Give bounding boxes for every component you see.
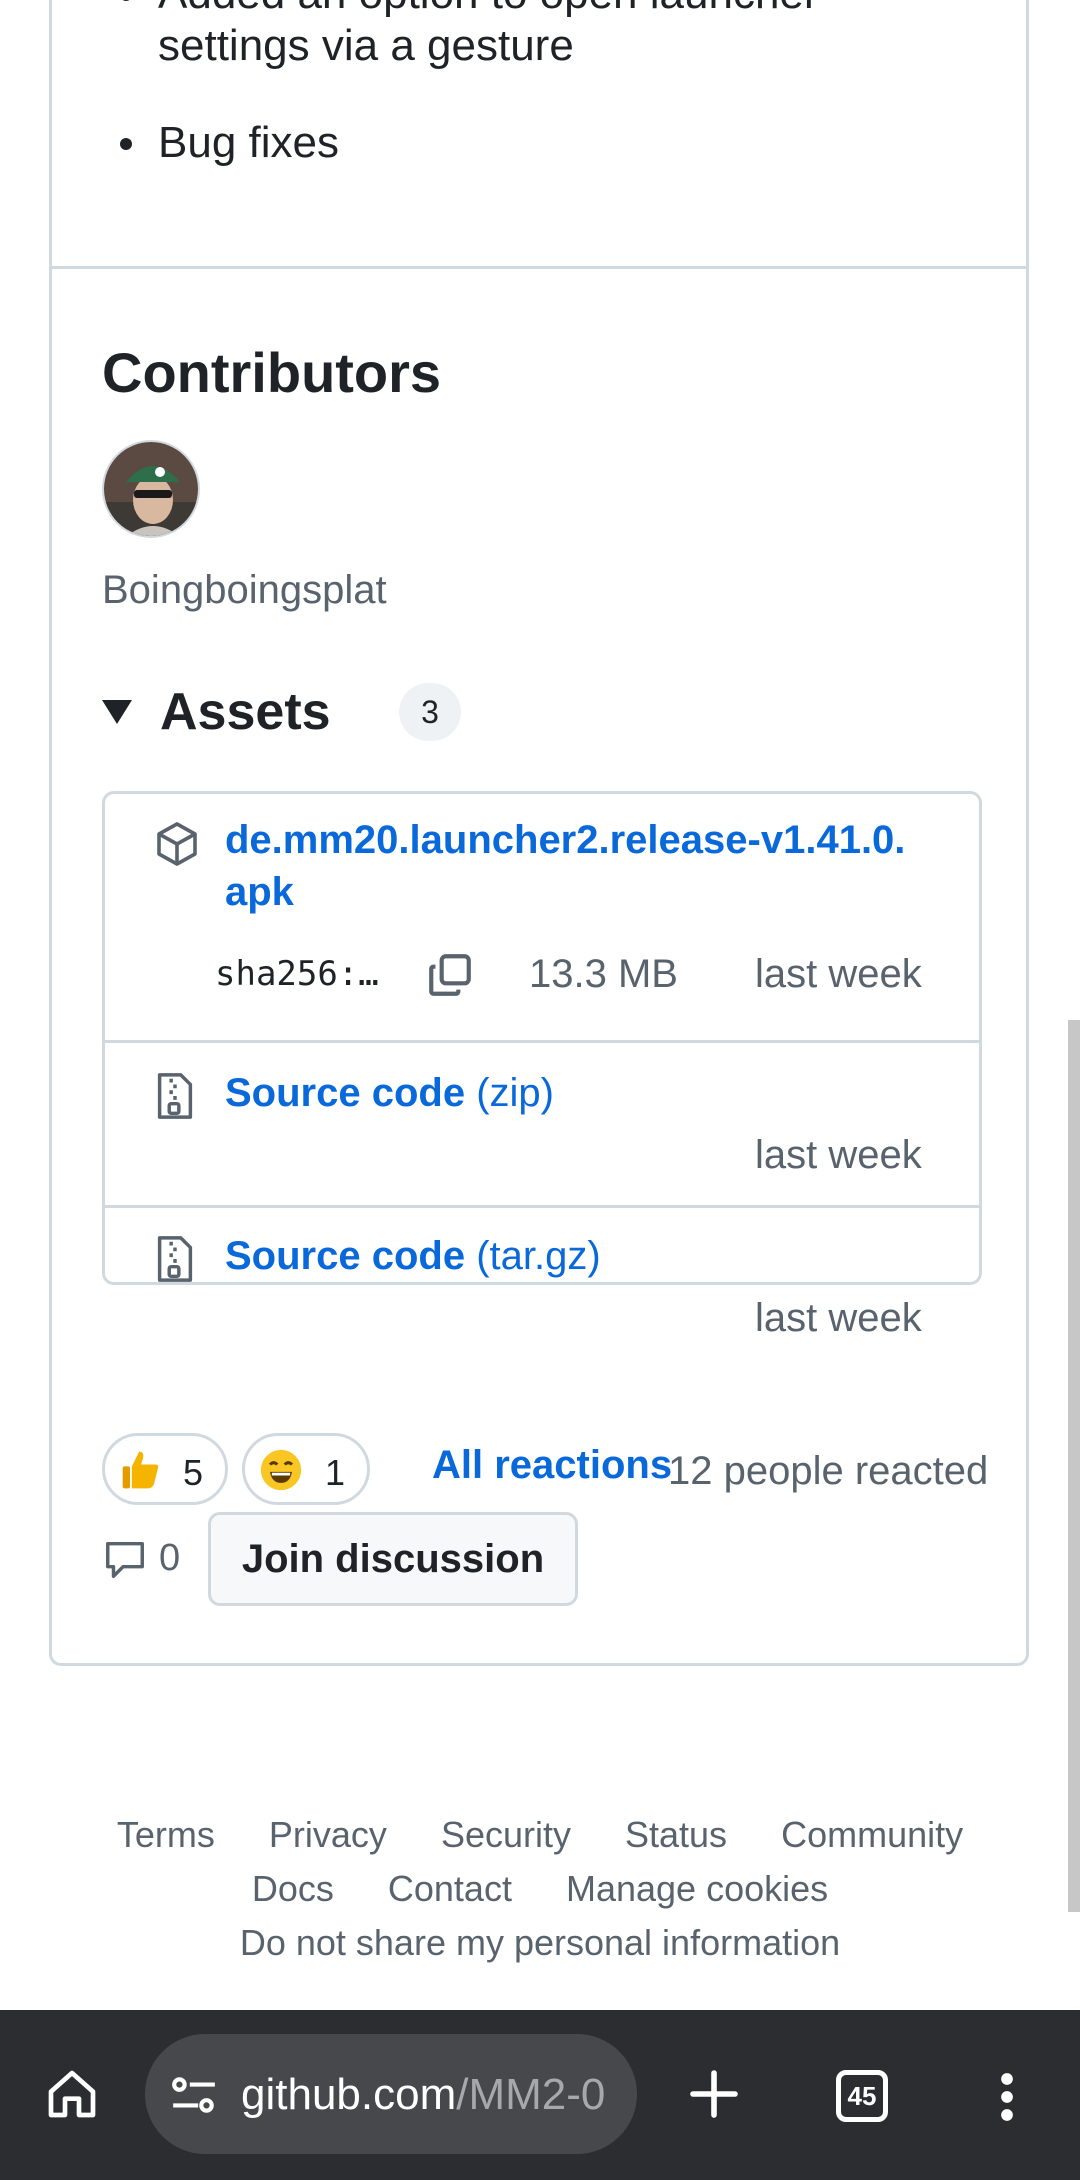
assets-heading: Assets bbox=[160, 683, 331, 741]
footer-links-row3: Do not share my personal information bbox=[0, 1922, 1080, 1976]
footer-links-row1: Terms Privacy Security Status Community bbox=[0, 1814, 1080, 1868]
asset-size: 13.3 MB bbox=[529, 952, 678, 996]
people-reacted-text: 12 people reacted bbox=[668, 1449, 989, 1493]
asset-name-line2: apk bbox=[225, 870, 294, 914]
note-text: Bug fixes bbox=[158, 118, 339, 167]
site-settings-icon[interactable] bbox=[169, 2072, 219, 2123]
reaction-count: 5 bbox=[182, 1452, 203, 1493]
discussion-row: 0 Join discussion bbox=[102, 1512, 702, 1608]
footer-links-row2: Docs Contact Manage cookies bbox=[0, 1868, 1080, 1922]
release-note-item: Added an option to open launcher setting… bbox=[120, 0, 819, 72]
reaction-count: 1 bbox=[324, 1452, 345, 1493]
assets-list: de.mm20.launcher2.release-v1.41.0. apk s… bbox=[102, 791, 982, 1340]
asset-row-apk: de.mm20.launcher2.release-v1.41.0. apk s… bbox=[105, 794, 979, 1040]
section-divider bbox=[52, 266, 1026, 269]
file-zip-icon bbox=[153, 1234, 197, 1289]
asset-name-line1: de.mm20.launcher2.release-v1.41.0. bbox=[225, 818, 906, 862]
note-text-line2: settings via a gesture bbox=[158, 21, 574, 70]
asset-date: last week bbox=[755, 1133, 922, 1177]
footer-link-docs[interactable]: Docs bbox=[252, 1868, 334, 1909]
url-text: github.com/MM2-0 bbox=[241, 2070, 621, 2120]
footer-link-manage-cookies[interactable]: Manage cookies bbox=[566, 1868, 828, 1909]
asset-name: Source code bbox=[225, 1234, 466, 1278]
smile-icon bbox=[259, 1448, 303, 1492]
contributor-name[interactable]: Boingboingsplat bbox=[102, 568, 387, 613]
asset-row-targz: Source code (tar.gz) last week bbox=[105, 1205, 979, 1340]
caret-down-icon bbox=[102, 700, 132, 724]
footer-link-security[interactable]: Security bbox=[441, 1814, 571, 1855]
tab-switcher-button[interactable]: 45 bbox=[836, 2070, 888, 2122]
asset-date: last week bbox=[755, 1296, 922, 1340]
assets-count-badge: 3 bbox=[399, 683, 461, 741]
page-scrollbar[interactable] bbox=[1068, 1020, 1080, 1912]
home-icon[interactable] bbox=[44, 2066, 100, 2127]
browser-bottom-bar: github.com/MM2-0 45 bbox=[0, 2010, 1080, 2180]
source-zip-link[interactable]: Source code (zip) bbox=[225, 1067, 554, 1119]
reactions-bar: 5 1 All reactions 12 people reacted bbox=[102, 1433, 1002, 1509]
comment-icon bbox=[102, 1536, 148, 1587]
join-discussion-button[interactable]: Join discussion bbox=[208, 1512, 578, 1606]
footer-link-privacy[interactable]: Privacy bbox=[269, 1814, 387, 1855]
source-targz-link[interactable]: Source code (tar.gz) bbox=[225, 1230, 601, 1282]
new-tab-icon[interactable] bbox=[686, 2066, 742, 2127]
more-menu-icon[interactable] bbox=[990, 2070, 1024, 2129]
thumbs-up-icon bbox=[119, 1448, 163, 1492]
comment-count: 0 bbox=[159, 1537, 181, 1579]
footer-link-terms[interactable]: Terms bbox=[117, 1814, 215, 1855]
url-host: github.com bbox=[241, 2070, 457, 2119]
footer-link-community[interactable]: Community bbox=[781, 1814, 963, 1855]
release-card: Added an option to open launcher setting… bbox=[49, 0, 1029, 1666]
all-reactions-link[interactable]: All reactions bbox=[432, 1443, 672, 1488]
asset-date: last week bbox=[755, 952, 922, 996]
contributors-heading: Contributors bbox=[102, 341, 442, 404]
asset-name: Source code bbox=[225, 1071, 466, 1115]
footer-link-status[interactable]: Status bbox=[625, 1814, 727, 1855]
file-zip-icon bbox=[153, 1071, 197, 1126]
package-icon bbox=[153, 820, 201, 873]
asset-download-link[interactable]: de.mm20.launcher2.release-v1.41.0. apk bbox=[225, 814, 905, 918]
bullet bbox=[120, 0, 132, 1]
thumbs-up-reaction[interactable]: 5 bbox=[102, 1433, 228, 1505]
bullet bbox=[120, 138, 132, 150]
release-note-item: Bug fixes bbox=[120, 117, 339, 169]
footer-link-contact[interactable]: Contact bbox=[388, 1868, 512, 1909]
footer-link-do-not-share[interactable]: Do not share my personal information bbox=[240, 1922, 840, 1963]
url-path: /MM2-0 bbox=[456, 2070, 606, 2119]
url-bar[interactable]: github.com/MM2-0 bbox=[145, 2034, 637, 2154]
asset-ext: (zip) bbox=[476, 1071, 554, 1115]
copy-icon[interactable] bbox=[425, 950, 475, 1005]
note-text-line1: Added an option to open launcher bbox=[158, 0, 819, 18]
asset-row-zip: Source code (zip) last week bbox=[105, 1040, 979, 1208]
asset-ext: (tar.gz) bbox=[476, 1234, 601, 1278]
contributor-avatar[interactable] bbox=[102, 440, 200, 538]
asset-sha: sha256:… bbox=[215, 954, 379, 994]
smile-reaction[interactable]: 1 bbox=[242, 1433, 370, 1505]
